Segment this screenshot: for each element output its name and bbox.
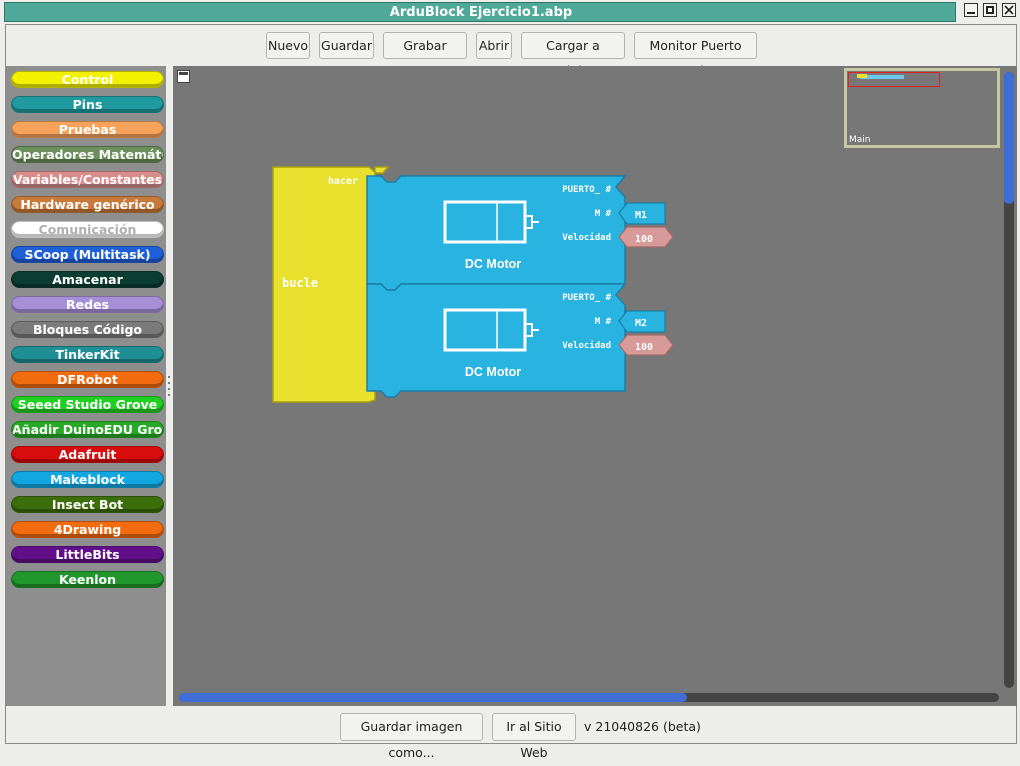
minimap-label: Main [849,135,871,145]
category-control[interactable]: Control [11,71,164,88]
category-dfrobot[interactable]: DFRobot [11,371,164,388]
category-tests[interactable]: Pruebas [11,121,164,138]
m-label-1: M # [595,209,612,219]
category-generic-hardware[interactable]: Hardware genérico [11,196,164,213]
category-scoop[interactable]: SCoop (Multitask) [11,246,164,263]
minimap[interactable]: Main [844,68,1000,148]
category-seeed-grove[interactable]: Seeed Studio Grove [11,396,164,413]
save-as-button[interactable]: Grabar Como [383,32,467,78]
m-value-2: M2 [635,318,647,329]
category-keenlon[interactable]: Keenlon [11,571,164,588]
title-banner: ArduBlock Ejercicio1.abp [4,2,956,22]
minimap-loop [857,74,867,78]
vertical-scroll-thumb[interactable] [1004,72,1014,204]
website-button[interactable]: Ir al Sitio Web [492,713,576,760]
palette-splitter[interactable] [166,66,172,706]
category-4drawing[interactable]: 4Drawing [11,521,164,538]
block-palette: Control Pins Pruebas Operadores Matemáti… [6,66,166,706]
category-duinoedu-grove[interactable]: Añadir DuinoEDU Grove [11,421,164,438]
category-variables[interactable]: Variables/Constantes [11,171,164,188]
maximize-button[interactable] [983,3,997,17]
speed-value-2: 100 [635,342,653,353]
new-button[interactable]: Nuevo [266,32,310,59]
save-button[interactable]: Guardar [319,32,374,59]
splitter-grip [168,376,170,378]
save-image-button[interactable]: Guardar imagen como... [340,713,483,760]
category-networks[interactable]: Redes [11,296,164,313]
maximize-icon [986,6,994,14]
minimize-button[interactable] [964,3,978,17]
category-littlebits[interactable]: LittleBits [11,546,164,563]
loop-label: bucle [282,276,318,290]
speed-value-1: 100 [635,234,653,245]
program-blocks: bucle hacer PUERTO_ # M # Velocidad DC M… [272,166,674,403]
title-bar: ArduBlock Ejercicio1.abp [0,0,1020,24]
speed-label-1: Velocidad [562,232,611,243]
close-button[interactable] [1002,3,1016,17]
splitter-grip [168,394,170,396]
close-icon [1004,5,1014,15]
serial-monitor-button[interactable]: Monitor Puerto Serie [634,32,757,78]
m-label-2: M # [595,317,612,327]
version-label: v 21040826 (beta) [584,719,701,734]
category-storage[interactable]: Amacenar [11,271,164,288]
vertical-scrollbar[interactable] [1004,72,1014,688]
workspace-canvas[interactable]: bucle hacer PUERTO_ # M # Velocidad DC M… [173,66,1017,706]
speed-label-2: Velocidad [562,340,611,351]
category-communication[interactable]: Comunicación [11,221,164,238]
category-insect-bot[interactable]: Insect Bot [11,496,164,513]
open-button[interactable]: Abrir [476,32,512,59]
horizontal-scrollbar[interactable] [179,693,999,702]
horizontal-scroll-thumb[interactable] [179,693,687,702]
category-math[interactable]: Operadores Matemáticos [11,146,164,163]
loop-do-label: hacer [328,176,358,187]
motor-title-2: DC Motor [465,365,521,379]
category-code-blocks[interactable]: Bloques Código [11,321,164,338]
category-makeblock[interactable]: Makeblock [11,471,164,488]
port-label-2: PUERTO_ # [562,293,611,303]
splitter-grip [168,388,170,390]
category-pins[interactable]: Pins [11,96,164,113]
m-value-1: M1 [635,210,647,221]
splitter-grip [168,382,170,384]
port-label-1: PUERTO_ # [562,185,611,195]
window-title: ArduBlock Ejercicio1.abp [389,5,573,20]
motor-title-1: DC Motor [465,257,521,271]
category-adafruit[interactable]: Adafruit [11,446,164,463]
category-tinkerkit[interactable]: TinkerKit [11,346,164,363]
minimize-icon [967,12,975,14]
upload-button[interactable]: Cargar a Arduino [521,32,625,78]
